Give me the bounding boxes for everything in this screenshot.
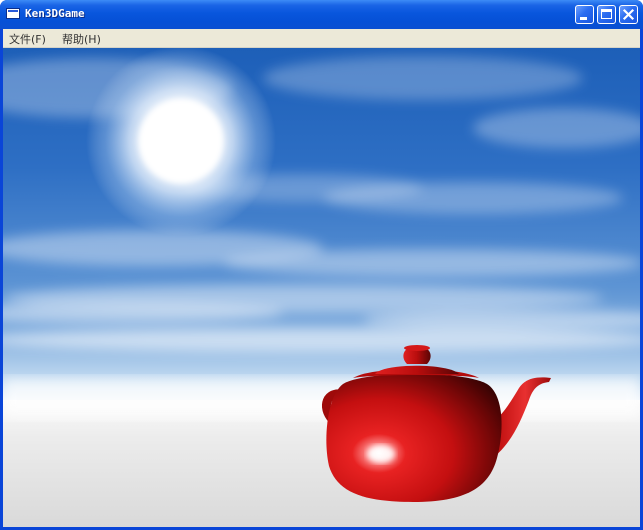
maximize-icon — [601, 9, 612, 19]
minimize-icon — [580, 17, 587, 20]
minimize-button[interactable] — [575, 5, 594, 24]
app-window-icon[interactable] — [6, 8, 20, 19]
ground — [3, 400, 640, 527]
render-viewport[interactable] — [3, 48, 640, 527]
app-window: Ken3DGame 文件(F) 帮助(H) — [0, 0, 643, 530]
close-button[interactable] — [619, 5, 638, 24]
window-title: Ken3DGame — [25, 7, 85, 20]
maximize-button[interactable] — [597, 5, 616, 24]
menu-help[interactable]: 帮助(H) — [62, 31, 101, 47]
title-bar[interactable]: Ken3DGame — [0, 0, 643, 29]
close-icon — [622, 8, 635, 21]
menu-file[interactable]: 文件(F) — [9, 31, 46, 47]
menu-bar: 文件(F) 帮助(H) — [3, 29, 640, 48]
scene-canvas — [3, 48, 640, 527]
